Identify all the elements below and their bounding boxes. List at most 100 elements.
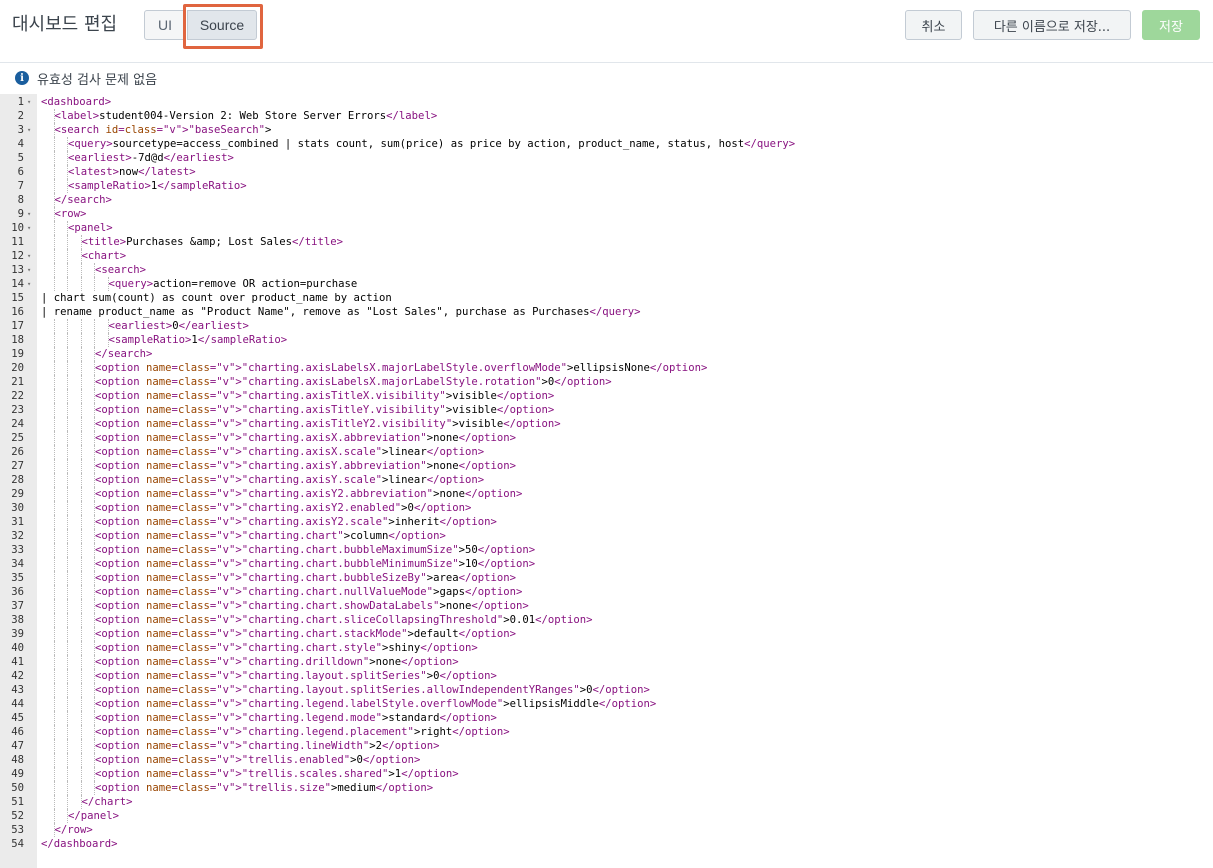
code-text[interactable]: <label>student004-Version 2: Web Store S… xyxy=(55,109,438,123)
code-text[interactable]: <query>sourcetype=access_combined | stat… xyxy=(68,137,795,151)
code-line[interactable]: 44 <option name=class="v">"charting.legen… xyxy=(0,697,1213,711)
code-line[interactable]: 11 <title>Purchases &amp; Lost Sales</tit… xyxy=(0,235,1213,249)
save-button[interactable]: 저장 xyxy=(1142,10,1200,40)
code-line[interactable]: 3 ▾ <search id=class="v">"baseSearch"> xyxy=(0,123,1213,137)
code-text[interactable]: <option name=class="v">"charting.legend.… xyxy=(95,697,656,711)
code-text[interactable]: <option name=class="v">"charting.axisY.a… xyxy=(95,459,516,473)
code-text[interactable]: <option name=class="v">"charting.layout.… xyxy=(95,669,497,683)
code-line[interactable]: 36 <option name=class="v">"charting.chart… xyxy=(0,585,1213,599)
code-line[interactable]: 13 ▾ <search> xyxy=(0,263,1213,277)
code-lines[interactable]: 1 ▾ <dashboard> 2 <label>student004-Version … xyxy=(0,95,1213,851)
code-line[interactable]: 37 <option name=class="v">"charting.chart… xyxy=(0,599,1213,613)
code-text[interactable]: <option name=class="v">"charting.chart.b… xyxy=(95,557,535,571)
code-line[interactable]: 9 ▾ <row> xyxy=(0,207,1213,221)
code-text[interactable]: </chart> xyxy=(82,795,133,809)
code-text[interactable]: <option name=class="v">"charting.chart.s… xyxy=(95,627,516,641)
code-text[interactable]: <option name=class="v">"charting.axisY2.… xyxy=(95,487,522,501)
code-line[interactable]: 52 </panel> xyxy=(0,809,1213,823)
fold-arrow-icon[interactable]: ▾ xyxy=(27,263,31,277)
code-text[interactable]: <option name=class="v">"charting.axisX.s… xyxy=(95,445,484,459)
code-text[interactable]: <option name=class="v">"charting.axisTit… xyxy=(95,403,554,417)
fold-arrow-icon[interactable]: ▾ xyxy=(27,95,31,109)
code-line[interactable]: 33 <option name=class="v">"charting.chart… xyxy=(0,543,1213,557)
code-text[interactable]: <row> xyxy=(55,207,87,221)
cancel-button[interactable]: 취소 xyxy=(905,10,962,40)
code-text[interactable]: <latest>now</latest> xyxy=(68,165,196,179)
code-line[interactable]: 17 <earliest>0</earliest> xyxy=(0,319,1213,333)
code-text[interactable]: <option name=class="v">"charting.axisY2.… xyxy=(95,515,497,529)
code-text[interactable]: </search> xyxy=(95,347,152,361)
code-text[interactable]: <option name=class="v">"charting.layout.… xyxy=(95,683,650,697)
code-text[interactable]: <option name=class="v">"charting.chart.s… xyxy=(95,613,593,627)
code-text[interactable]: <option name=class="v">"charting.axisLab… xyxy=(95,375,612,389)
code-text[interactable]: <panel> xyxy=(68,221,113,235)
code-line[interactable]: 45 <option name=class="v">"charting.legen… xyxy=(0,711,1213,725)
code-text[interactable]: <option name=class="v">"charting.chart">… xyxy=(95,529,446,543)
code-line[interactable]: 40 <option name=class="v">"charting.chart… xyxy=(0,641,1213,655)
code-text[interactable]: <option name=class="v">"charting.chart.s… xyxy=(95,599,529,613)
source-mode-button[interactable]: Source xyxy=(187,10,257,40)
code-line[interactable]: 47 <option name=class="v">"charting.lineW… xyxy=(0,739,1213,753)
code-text[interactable]: <option name=class="v">"charting.chart.s… xyxy=(95,641,478,655)
code-text[interactable]: </row> xyxy=(55,823,93,837)
code-line[interactable]: 7 <sampleRatio>1</sampleRatio> xyxy=(0,179,1213,193)
code-line[interactable]: 38 <option name=class="v">"charting.chart… xyxy=(0,613,1213,627)
code-text[interactable]: <title>Purchases &amp; Lost Sales</title… xyxy=(82,235,344,249)
code-line[interactable]: 48 <option name=class="v">"trellis.enable… xyxy=(0,753,1213,767)
code-line[interactable]: 24 <option name=class="v">"charting.axisT… xyxy=(0,417,1213,431)
fold-arrow-icon[interactable]: ▾ xyxy=(27,277,31,291)
code-line[interactable]: 46 <option name=class="v">"charting.legen… xyxy=(0,725,1213,739)
code-line[interactable]: 49 <option name=class="v">"trellis.scales… xyxy=(0,767,1213,781)
code-text[interactable]: <option name=class="v">"charting.axisLab… xyxy=(95,361,707,375)
code-text[interactable]: </panel> xyxy=(68,809,119,823)
code-line[interactable]: 41 <option name=class="v">"charting.drill… xyxy=(0,655,1213,669)
code-text[interactable]: <option name=class="v">"charting.axisX.a… xyxy=(95,431,516,445)
code-line[interactable]: 29 <option name=class="v">"charting.axisY… xyxy=(0,487,1213,501)
code-line[interactable]: 42 <option name=class="v">"charting.layou… xyxy=(0,669,1213,683)
code-line[interactable]: 30 <option name=class="v">"charting.axisY… xyxy=(0,501,1213,515)
code-line[interactable]: 26 <option name=class="v">"charting.axisX… xyxy=(0,445,1213,459)
code-line[interactable]: 25 <option name=class="v">"charting.axisX… xyxy=(0,431,1213,445)
code-text[interactable]: <search> xyxy=(95,263,146,277)
code-line[interactable]: 5 <earliest>-7d@d</earliest> xyxy=(0,151,1213,165)
code-line[interactable]: 23 <option name=class="v">"charting.axisT… xyxy=(0,403,1213,417)
code-text[interactable]: <option name=class="v">"trellis.scales.s… xyxy=(95,767,459,781)
code-line[interactable]: 51 </chart> xyxy=(0,795,1213,809)
code-text[interactable]: <dashboard> xyxy=(41,95,111,109)
code-line[interactable]: 22 <option name=class="v">"charting.axisT… xyxy=(0,389,1213,403)
code-line[interactable]: 18 <sampleRatio>1</sampleRatio> xyxy=(0,333,1213,347)
code-line[interactable]: 16 | rename product_name as "Product Name… xyxy=(0,305,1213,319)
code-line[interactable]: 2 <label>student004-Version 2: Web Store … xyxy=(0,109,1213,123)
code-line[interactable]: 34 <option name=class="v">"charting.chart… xyxy=(0,557,1213,571)
code-line[interactable]: 28 <option name=class="v">"charting.axisY… xyxy=(0,473,1213,487)
code-line[interactable]: 31 <option name=class="v">"charting.axisY… xyxy=(0,515,1213,529)
code-line[interactable]: 19 </search> xyxy=(0,347,1213,361)
code-text[interactable]: <option name=class="v">"charting.drilldo… xyxy=(95,655,459,669)
code-text[interactable]: <option name=class="v">"charting.axisTit… xyxy=(95,417,561,431)
code-line[interactable]: 53 </row> xyxy=(0,823,1213,837)
save-as-button[interactable]: 다른 이름으로 저장... xyxy=(973,10,1131,40)
code-text[interactable]: | rename product_name as "Product Name",… xyxy=(41,305,641,319)
code-line[interactable]: 50 <option name=class="v">"trellis.size">… xyxy=(0,781,1213,795)
code-text[interactable]: <sampleRatio>1</sampleRatio> xyxy=(109,333,288,347)
code-line[interactable]: 35 <option name=class="v">"charting.chart… xyxy=(0,571,1213,585)
code-text[interactable]: <earliest>-7d@d</earliest> xyxy=(68,151,234,165)
code-line[interactable]: 4 <query>sourcetype=access_combined | sta… xyxy=(0,137,1213,151)
code-text[interactable]: <chart> xyxy=(82,249,127,263)
code-line[interactable]: 39 <option name=class="v">"charting.chart… xyxy=(0,627,1213,641)
code-text[interactable]: <search id=class="v">"baseSearch"> xyxy=(55,123,272,137)
code-text[interactable]: <option name=class="v">"charting.chart.n… xyxy=(95,585,522,599)
code-text[interactable]: <option name=class="v">"charting.axisY.s… xyxy=(95,473,484,487)
code-line[interactable]: 14 ▾ <query>action=remove OR action=purcha… xyxy=(0,277,1213,291)
code-text[interactable]: <option name=class="v">"charting.chart.b… xyxy=(95,571,516,585)
code-line[interactable]: 20 <option name=class="v">"charting.axisL… xyxy=(0,361,1213,375)
code-text[interactable]: </dashboard> xyxy=(41,837,118,851)
code-text[interactable]: <option name=class="v">"charting.chart.b… xyxy=(95,543,535,557)
code-line[interactable]: 6 <latest>now</latest> xyxy=(0,165,1213,179)
code-line[interactable]: 10 ▾ <panel> xyxy=(0,221,1213,235)
code-text[interactable]: <option name=class="v">"charting.lineWid… xyxy=(95,739,439,753)
code-text[interactable]: | chart sum(count) as count over product… xyxy=(41,291,392,305)
code-line[interactable]: 12 ▾ <chart> xyxy=(0,249,1213,263)
code-text[interactable]: <earliest>0</earliest> xyxy=(109,319,249,333)
code-line[interactable]: 54 </dashboard> xyxy=(0,837,1213,851)
